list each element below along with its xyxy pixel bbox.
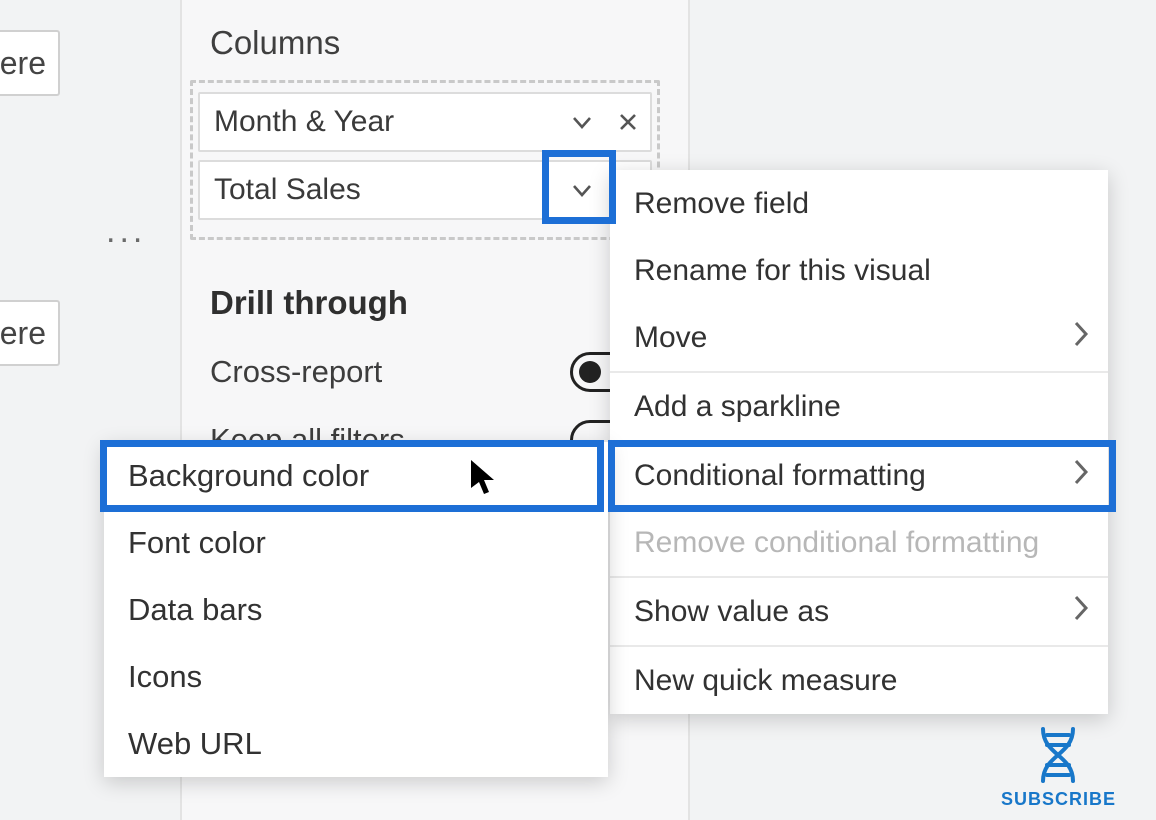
menu-item-rename[interactable]: Rename for this visual [610,237,1108,304]
card-fragment-top-text: ere [0,45,46,82]
close-icon[interactable] [606,94,650,150]
section-title-drill-through: Drill through [210,284,408,322]
toggle-knob [579,361,601,383]
menu-item-label: Move [634,321,707,355]
menu-item-remove-conditional-formatting: Remove conditional formatting [610,509,1108,576]
card-fragment-top: ere [0,30,60,96]
submenu-item-data-bars[interactable]: Data bars [104,576,608,643]
menu-item-remove-field[interactable]: Remove field [610,170,1108,237]
menu-item-label: Font color [128,525,266,561]
dna-icon [1033,725,1083,785]
menu-item-add-sparkline[interactable]: Add a sparkline [610,373,1108,440]
conditional-formatting-submenu: Background color Font color Data bars Ic… [104,442,608,777]
menu-item-label: Data bars [128,592,262,628]
menu-item-label: Add a sparkline [634,390,841,424]
menu-item-conditional-formatting[interactable]: Conditional formatting [610,442,1108,509]
field-context-menu: Remove field Rename for this visual Move… [610,170,1108,714]
field-pill-label: Total Sales [200,173,558,207]
ellipsis-icon[interactable]: ... [106,212,146,251]
chevron-down-icon[interactable] [558,94,606,150]
field-pill-month-year[interactable]: Month & Year [198,92,652,152]
menu-item-label: Web URL [128,726,262,762]
field-pill-label: Month & Year [200,105,558,139]
section-title-columns: Columns [210,24,340,62]
menu-item-move[interactable]: Move [610,304,1108,371]
menu-item-label: Remove field [634,187,809,221]
menu-item-label: New quick measure [634,664,897,698]
menu-item-label: Rename for this visual [634,254,931,288]
menu-item-new-quick-measure[interactable]: New quick measure [610,647,1108,714]
subscribe-label: SUBSCRIBE [1001,789,1116,810]
chevron-down-icon[interactable] [558,162,606,218]
submenu-item-icons[interactable]: Icons [104,643,608,710]
chevron-right-icon [1072,319,1090,357]
menu-item-label: Remove conditional formatting [634,526,1039,560]
menu-item-label: Background color [128,458,369,494]
menu-item-show-value-as[interactable]: Show value as [610,578,1108,645]
menu-item-label: Conditional formatting [634,459,926,493]
submenu-item-background-color[interactable]: Background color [104,442,608,509]
submenu-item-font-color[interactable]: Font color [104,509,608,576]
menu-item-label: Show value as [634,595,829,629]
submenu-item-web-url[interactable]: Web URL [104,710,608,777]
card-fragment-bottom: ere [0,300,60,366]
field-pill-total-sales[interactable]: Total Sales [198,160,652,220]
menu-item-label: Icons [128,659,202,695]
chevron-right-icon [1072,457,1090,495]
setting-cross-report-label: Cross-report [210,354,382,390]
chevron-right-icon [1072,593,1090,631]
subscribe-badge[interactable]: SUBSCRIBE [1001,725,1116,810]
card-fragment-bottom-text: ere [0,315,46,352]
